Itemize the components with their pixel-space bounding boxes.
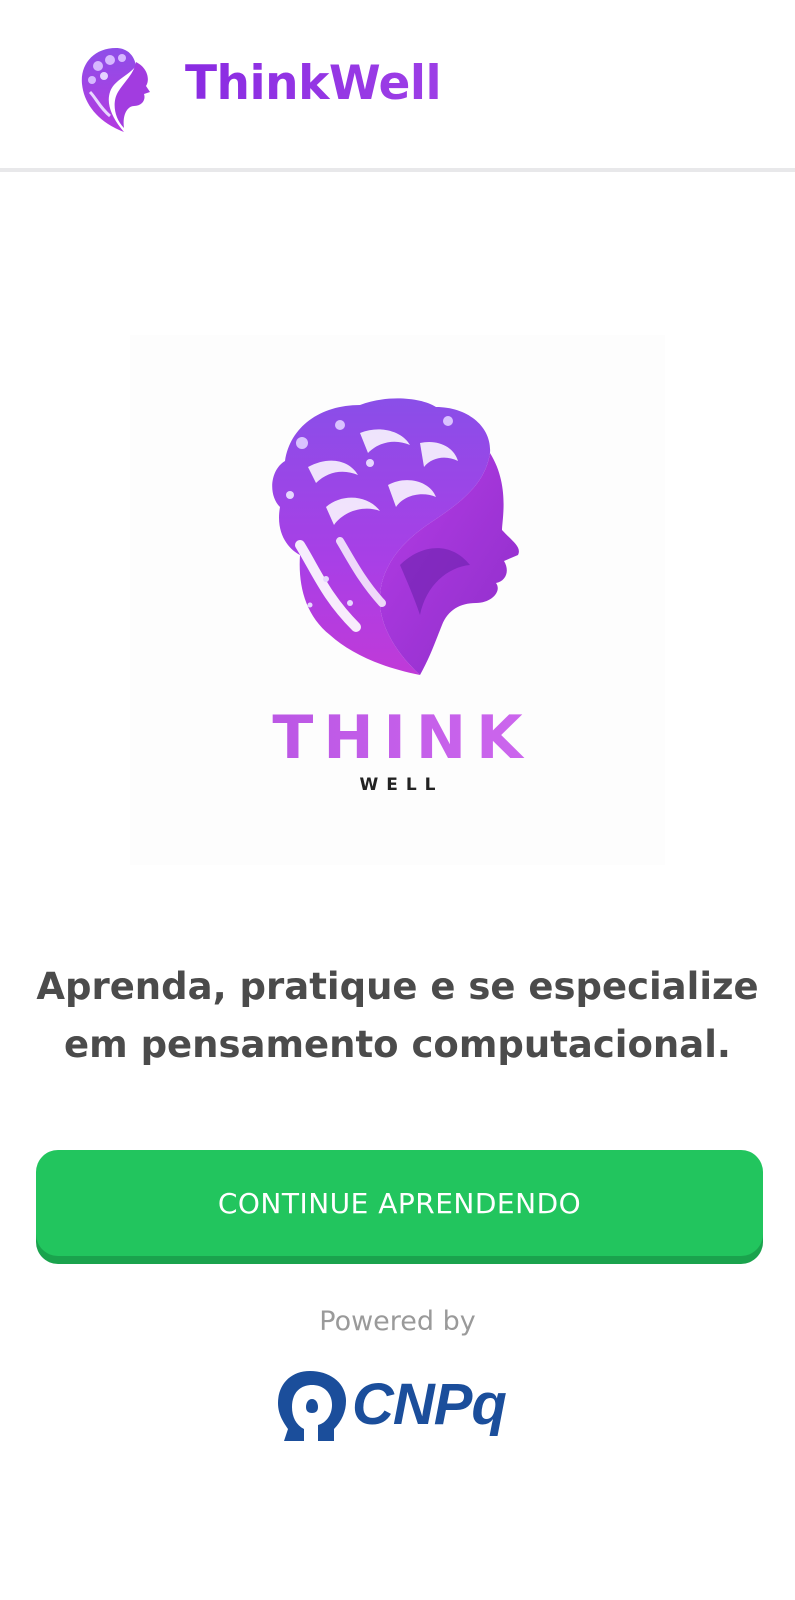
brain-head-logo-icon — [81, 48, 150, 132]
tagline: Aprenda, pratique e se especialize em pe… — [36, 965, 759, 1066]
cnpq-head-icon — [278, 1371, 346, 1441]
hero-logo: THINK WELL — [130, 335, 665, 865]
powered-by-label: Powered by — [319, 1306, 476, 1337]
continue-learning-label: CONTINUE APRENDENDO — [217, 1186, 582, 1220]
logo-title: THINK — [130, 703, 665, 773]
app-name: ThinkWell — [185, 56, 442, 111]
logo-subtitle: WELL — [359, 775, 444, 795]
app-header: ThinkWell — [0, 0, 795, 172]
sponsor-name: CNPq — [352, 1372, 507, 1437]
continue-learning-button[interactable]: CONTINUE APRENDENDO — [36, 1150, 763, 1256]
sponsor-logo: CNPq — [270, 1365, 530, 1445]
